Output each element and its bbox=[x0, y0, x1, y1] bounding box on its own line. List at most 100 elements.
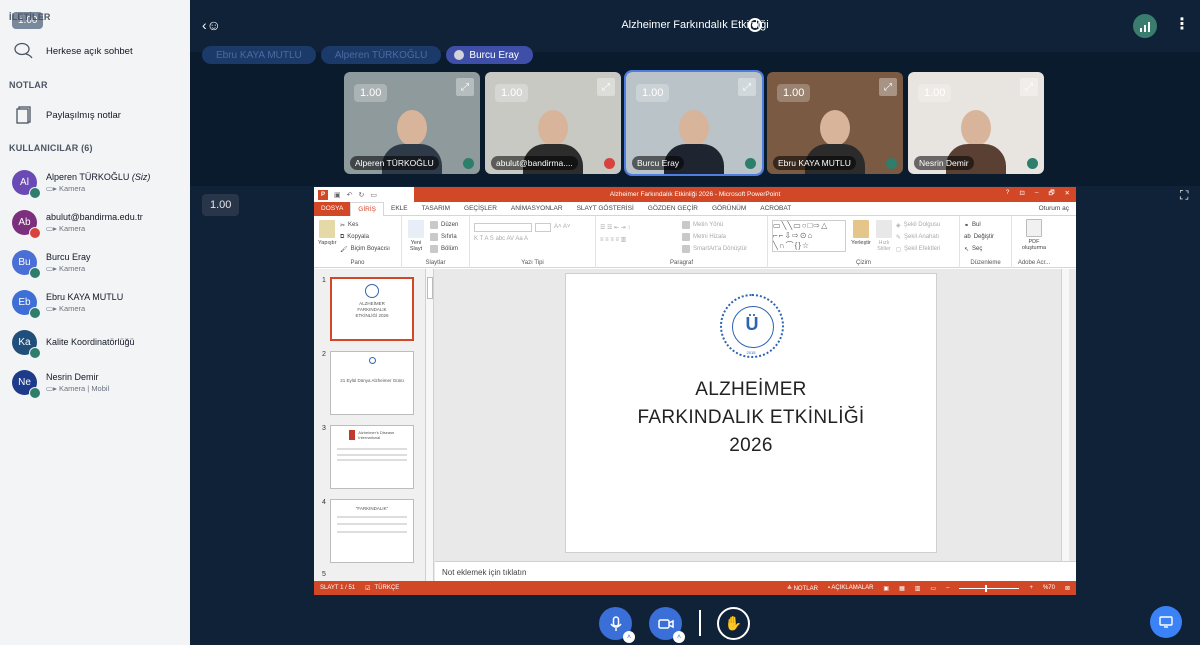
slide-thumbnail[interactable]: Alzheimer's Disease International bbox=[330, 425, 414, 489]
tile-name-label[interactable]: Nesrin Demir bbox=[914, 156, 974, 170]
arrange-button[interactable]: Yerleştir bbox=[850, 240, 872, 246]
slideshow-view-icon[interactable]: ▭ bbox=[930, 585, 936, 592]
minimize-button[interactable]: – bbox=[1035, 189, 1039, 200]
paste-button[interactable]: Yapıştır bbox=[318, 240, 337, 246]
fullscreen-icon[interactable]: ⤢ bbox=[597, 78, 615, 96]
new-slide-button[interactable]: Yeni Slayt bbox=[406, 240, 426, 252]
font-size-box[interactable] bbox=[535, 222, 551, 232]
shared-notes-item[interactable]: Paylaşılmış notlar bbox=[0, 100, 190, 130]
section-button[interactable]: Bölüm bbox=[430, 243, 458, 255]
tile-volume[interactable]: 1.00 bbox=[636, 84, 670, 102]
user-list-item[interactable]: Al Alperen TÜRKOĞLU (Siz) ▭▸ Kamera bbox=[0, 162, 190, 202]
notes-toggle[interactable]: ≜ NOTLAR bbox=[787, 585, 818, 592]
talking-chip[interactable]: Alperen TÜRKOĞLU bbox=[320, 46, 442, 64]
restore-button[interactable]: 🗗 bbox=[1048, 189, 1054, 200]
tile-name-label[interactable]: Burcu Eray bbox=[632, 156, 685, 170]
slide-thumbnail[interactable]: 21 Eylül Dünya Alzheimer Günü bbox=[330, 351, 414, 415]
tab-file[interactable]: DOSYA bbox=[314, 201, 351, 216]
slide-thumbnail[interactable]: "FARKINDALIK" bbox=[330, 499, 414, 563]
slide-thumbnail[interactable]: ALZHEİMER FARKINDALIK ETKİNLİĞİ 2026 bbox=[330, 277, 414, 341]
font-format-icons[interactable]: K T A S abc AV Aa A bbox=[474, 233, 591, 245]
webcam-tile[interactable]: 1.00 ⤢ Alperen TÜRKOĞLU bbox=[344, 72, 480, 174]
comments-toggle[interactable]: ▪ AÇIKLAMALAR bbox=[828, 585, 873, 591]
fullscreen-icon[interactable]: ⤢ bbox=[1020, 78, 1038, 96]
user-list-item[interactable]: Ne Nesrin Demir ▭▸ Kamera | Mobil bbox=[0, 362, 190, 402]
layout-button[interactable]: Düzen bbox=[430, 219, 458, 231]
fullscreen-icon[interactable]: ⛶ bbox=[1180, 188, 1188, 203]
fullscreen-icon[interactable]: ⤢ bbox=[879, 78, 897, 96]
tab-transitions[interactable]: GEÇİŞLER bbox=[457, 205, 504, 212]
tile-name-label[interactable]: Alperen TÜRKOĞLU bbox=[350, 156, 439, 170]
editor-scrollbar[interactable] bbox=[1061, 269, 1069, 561]
screenshare-volume[interactable]: 1.00 bbox=[202, 194, 240, 216]
audio-options-icon[interactable]: ˄ bbox=[623, 631, 635, 643]
close-button[interactable]: ✕ bbox=[1065, 189, 1070, 200]
camera-button[interactable]: ˄ bbox=[649, 607, 685, 643]
connection-status-icon[interactable] bbox=[1133, 14, 1157, 38]
normal-view-icon[interactable]: ▣ bbox=[883, 585, 889, 592]
talking-chip[interactable]: Ebru KAYA MUTLU bbox=[202, 46, 316, 64]
tile-name-label[interactable]: Ebru KAYA MUTLU bbox=[773, 156, 856, 170]
presentation-toggle-button[interactable] bbox=[1150, 606, 1182, 638]
tab-review[interactable]: GÖZDEN GEÇİR bbox=[641, 205, 705, 212]
help-button[interactable]: ? bbox=[1006, 189, 1010, 200]
public-chat-item[interactable]: Herkese açık sohbet bbox=[0, 36, 190, 66]
shape-outline-button[interactable]: ✎ Şekil Anahatı bbox=[896, 231, 940, 243]
user-list-item[interactable]: Eb Ebru KAYA MUTLU ▭▸ Kamera bbox=[0, 282, 190, 322]
raise-hand-button[interactable]: ✋ bbox=[717, 607, 750, 640]
tab-acrobat[interactable]: ACROBAT bbox=[753, 205, 798, 212]
user-list-item[interactable]: Ka Kalite Koordinatörlüğü bbox=[0, 322, 190, 362]
align-text-button[interactable]: Metni Hizala bbox=[682, 231, 747, 243]
tab-view[interactable]: GÖRÜNÜM bbox=[705, 205, 753, 212]
thumbnail-scrollbar[interactable] bbox=[426, 269, 434, 581]
copy-button[interactable]: ⧉ Kopyala bbox=[340, 231, 390, 243]
tab-insert[interactable]: EKLE bbox=[384, 205, 415, 212]
record-icon[interactable] bbox=[748, 18, 762, 32]
options-menu-icon[interactable]: ⋮ bbox=[1174, 14, 1190, 34]
user-list-item[interactable]: Bu Burcu Eray ▭▸ Kamera bbox=[0, 242, 190, 282]
cut-button[interactable]: ✂ Kes bbox=[340, 219, 390, 231]
tab-animations[interactable]: ANİMASYONLAR bbox=[504, 205, 570, 212]
user-list-item[interactable]: Ab abulut@bandirma.edu.tr ▭▸ Kamera bbox=[0, 202, 190, 242]
slide-sorter-icon[interactable]: ▦ bbox=[899, 585, 905, 592]
text-direction-button[interactable]: Metin Yönü bbox=[682, 219, 747, 231]
select-button[interactable]: ↖ Seç bbox=[964, 243, 1007, 255]
ribbon-display-button[interactable]: ⊡ bbox=[1019, 189, 1024, 200]
zoom-out-icon[interactable]: – bbox=[946, 585, 949, 591]
notes-pane[interactable]: Not eklemek için tıklatın bbox=[435, 561, 1076, 581]
webcam-tile[interactable]: 1.00 ⤢ Ebru KAYA MUTLU bbox=[767, 72, 903, 174]
zoom-level[interactable]: %70 bbox=[1043, 585, 1055, 591]
webcam-tile[interactable]: 1.00 ⤢ Burcu Eray bbox=[624, 70, 764, 176]
fullscreen-icon[interactable]: ⤢ bbox=[738, 78, 756, 96]
fullscreen-icon[interactable]: ⤢ bbox=[456, 78, 474, 96]
sign-in-link[interactable]: Oturum aç bbox=[1032, 205, 1076, 212]
tab-design[interactable]: TASARIM bbox=[415, 205, 457, 212]
tile-name-label[interactable]: abulut@bandirma.... bbox=[491, 156, 578, 170]
tile-volume[interactable]: 1.00 bbox=[354, 84, 388, 102]
find-button[interactable]: ⚭ Bul bbox=[964, 219, 1007, 231]
tile-volume[interactable]: 1.00 bbox=[777, 84, 811, 102]
tile-volume[interactable]: 1.00 bbox=[918, 84, 952, 102]
font-grow-icon[interactable]: A˄ A˅ bbox=[554, 224, 570, 230]
shape-effects-button[interactable]: ◻ Şekil Efektleri bbox=[896, 243, 940, 255]
tile-volume[interactable]: 1.00 bbox=[495, 84, 529, 102]
smartart-button[interactable]: SmartArt'a Dönüştür bbox=[682, 243, 747, 255]
mute-button[interactable]: ˄ bbox=[599, 607, 635, 643]
zoom-in-icon[interactable]: + bbox=[1029, 585, 1033, 591]
tab-home[interactable]: GİRİŞ bbox=[350, 201, 384, 216]
quick-styles-button[interactable]: Hızlı Stiller bbox=[874, 240, 894, 252]
font-name-box[interactable] bbox=[474, 222, 532, 232]
spellcheck-icon[interactable]: ☑ bbox=[365, 585, 370, 592]
talking-chip-active[interactable]: Burcu Eray bbox=[446, 46, 533, 64]
shape-fill-button[interactable]: ◈ Şekil Dolgusu bbox=[896, 219, 940, 231]
webcam-tile[interactable]: 1.00 ⤢ abulut@bandirma.... bbox=[485, 72, 621, 174]
tab-slideshow[interactable]: SLAYT GÖSTERİSİ bbox=[570, 205, 641, 212]
webcam-tile[interactable]: 1.00 ⤢ Nesrin Demir bbox=[908, 72, 1044, 174]
create-pdf-button[interactable]: PDF oluşturma bbox=[1016, 239, 1052, 251]
video-options-icon[interactable]: ˄ bbox=[673, 631, 685, 643]
format-painter-button[interactable]: 🖌 Biçim Boyacısı bbox=[340, 243, 390, 255]
current-slide[interactable]: 2015 ALZHEİMER FARKINDALIK ETKİNLİĞİ 202… bbox=[565, 273, 937, 553]
zoom-slider[interactable] bbox=[959, 584, 1020, 592]
replace-button[interactable]: ab Değiştir bbox=[964, 231, 1007, 243]
reading-view-icon[interactable]: ▥ bbox=[915, 585, 921, 592]
